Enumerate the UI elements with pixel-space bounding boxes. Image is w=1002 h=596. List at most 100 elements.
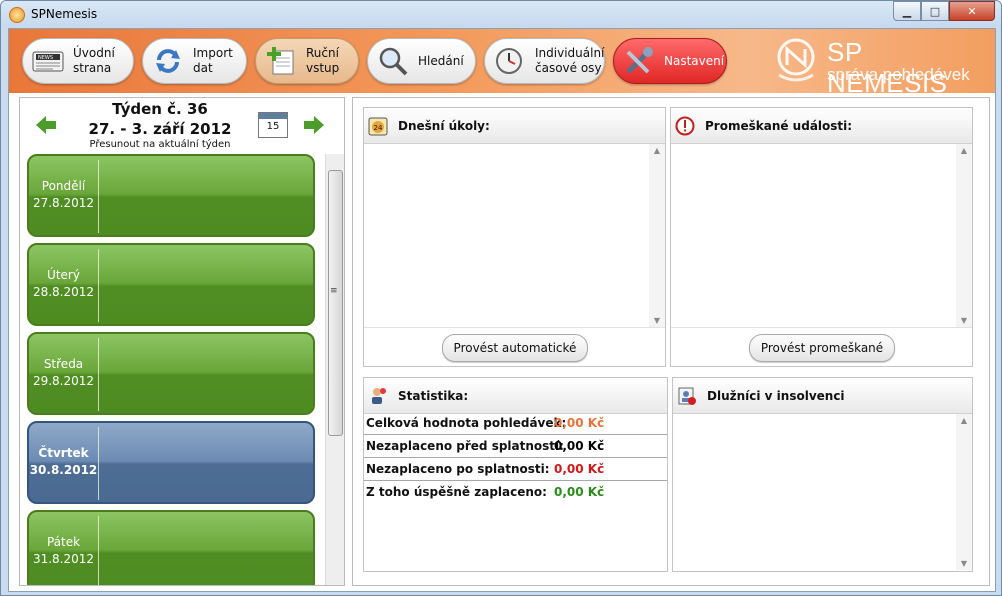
insolvency-list[interactable]: ▲ ▼ <box>673 414 972 570</box>
today-tasks-title: Dnešní úkoly: <box>398 119 490 133</box>
insolvency-scrollbar[interactable]: ▲ ▼ <box>956 414 972 570</box>
warning-icon <box>675 116 695 136</box>
maximize-button[interactable]: □ <box>921 1 949 21</box>
prev-week-arrow-icon[interactable] <box>36 116 56 134</box>
today-tasks-header: 24 Dnešní úkoly: <box>364 108 665 144</box>
minimize-button[interactable]: ▁ <box>893 1 921 21</box>
newspaper-icon: NEWS <box>32 51 64 72</box>
day-wednesday[interactable]: Středa 29.8.2012 <box>27 332 315 415</box>
today-tasks-list[interactable]: ▲ ▼ <box>364 144 665 328</box>
calendar-24-icon: 24 <box>368 117 388 136</box>
statistics-panel: Statistika: Celková hodnota pohledávek: … <box>363 377 668 572</box>
scrollbar-thumb[interactable] <box>328 170 343 436</box>
day-date: 27.8.2012 <box>32 196 95 210</box>
day-date: 29.8.2012 <box>32 374 95 388</box>
svg-text:24: 24 <box>374 124 383 132</box>
insolvency-header: Dlužníci v insolvenci <box>673 378 972 414</box>
title-bar: SPNemesis ▁ □ ✕ <box>1 1 1001 27</box>
day-monday[interactable]: Pondělí 27.8.2012 <box>27 154 315 237</box>
client-area: NEWS Úvodní strana Import dat Ruční vstu… <box>8 28 996 592</box>
day-date: 31.8.2012 <box>32 552 95 566</box>
day-separator <box>98 160 99 233</box>
stat-value: 0,00 Kč <box>554 416 605 430</box>
week-calendar: Týden č. 36 27. - 3. září 2012 Přesunout… <box>19 97 345 586</box>
day-tuesday[interactable]: Úterý 28.8.2012 <box>27 243 315 326</box>
scroll-down-icon[interactable]: ▼ <box>649 316 665 325</box>
stat-value: 0,00 Kč <box>554 485 605 499</box>
scroll-up-icon[interactable]: ▲ <box>956 416 972 425</box>
minimize-icon: ▁ <box>902 4 912 18</box>
week-header: Týden č. 36 27. - 3. září 2012 Přesunout… <box>20 98 344 154</box>
grip-icon: ≡ <box>330 286 338 296</box>
settings-button-label: Nastavení <box>664 53 725 68</box>
manual-entry-button[interactable]: Ruční vstup <box>255 38 359 84</box>
settings-button[interactable]: Nastavení <box>613 38 727 84</box>
statistics-title: Statistika: <box>398 389 469 403</box>
brand-tagline: správa pohledávek <box>827 65 970 84</box>
run-automatic-button[interactable]: Provést automatické <box>442 334 588 362</box>
add-document-icon <box>267 47 294 75</box>
day-date: 30.8.2012 <box>29 463 98 477</box>
magnifier-icon <box>379 47 408 76</box>
missed-events-title: Promeškané události: <box>705 119 853 133</box>
close-button[interactable]: ✕ <box>949 1 995 21</box>
calendar-button[interactable]: 15 <box>258 112 288 138</box>
scroll-up-icon[interactable]: ▲ <box>649 146 665 155</box>
timelines-button-label: Individuální časové osy <box>535 46 605 75</box>
day-separator <box>98 427 99 500</box>
stat-row-paid: Z toho úspěšně zaplaceno: 0,00 Kč <box>364 481 667 503</box>
svg-text:NEWS: NEWS <box>38 55 53 61</box>
day-friday[interactable]: Pátek 31.8.2012 <box>27 510 315 585</box>
stat-row-total: Celková hodnota pohledávek: 0,00 Kč <box>364 412 667 435</box>
maximize-icon: □ <box>929 4 941 18</box>
day-name: Středa <box>43 357 84 371</box>
day-separator <box>98 338 99 411</box>
day-list-scrollbar[interactable]: ≡ <box>325 154 344 585</box>
import-button[interactable]: Import dat <box>142 38 247 84</box>
insolvency-title: Dlužníci v insolvenci <box>707 389 845 403</box>
dashboard-area: 24 Dnešní úkoly: ▲ ▼ Provést automatické <box>352 97 990 586</box>
main-toolbar: NEWS Úvodní strana Import dat Ruční vstu… <box>9 29 995 98</box>
today-tasks-scrollbar[interactable]: ▲ ▼ <box>649 144 665 327</box>
scroll-up-icon[interactable]: ▲ <box>956 146 972 155</box>
window-controls: ▁ □ ✕ <box>893 1 995 21</box>
day-thursday[interactable]: Čtvrtek 30.8.2012 <box>27 421 315 504</box>
stat-label: Celková hodnota pohledávek: <box>366 416 567 430</box>
stat-label: Nezaplaceno před splatností: <box>366 439 564 453</box>
statistics-person-icon <box>372 388 386 404</box>
stat-label: Nezaplaceno po splatnosti: <box>366 462 550 476</box>
timelines-button[interactable]: Individuální časové osy <box>484 38 605 84</box>
brand-logo: SP NEMESIS správa pohledávek <box>767 35 987 98</box>
calendar-day: 15 <box>266 121 280 132</box>
day-date: 28.8.2012 <box>32 285 95 299</box>
search-button[interactable]: Hledání <box>367 38 476 84</box>
today-tasks-panel: 24 Dnešní úkoly: ▲ ▼ Provést automatické <box>363 107 666 367</box>
debtor-card-icon <box>678 387 696 405</box>
stat-value: 0,00 Kč <box>554 439 605 453</box>
missed-events-panel: Promeškané události: ▲ ▼ Provést promešk… <box>670 107 973 367</box>
window-title: SPNemesis <box>31 7 98 21</box>
missed-events-list[interactable]: ▲ ▼ <box>671 144 972 328</box>
day-separator <box>98 249 99 322</box>
stat-row-before-due: Nezaplaceno před splatností: 0,00 Kč <box>364 435 667 458</box>
missed-events-scrollbar[interactable]: ▲ ▼ <box>956 144 972 327</box>
run-missed-button[interactable]: Provést promeškané <box>749 334 895 362</box>
home-button[interactable]: NEWS Úvodní strana <box>22 38 134 84</box>
day-name: Úterý <box>47 268 80 282</box>
search-button-label: Hledání <box>418 53 464 68</box>
missed-events-header: Promeškané události: <box>671 108 972 144</box>
day-name: Čtvrtek <box>38 446 89 460</box>
current-week-link[interactable]: Přesunout na aktuální týden <box>20 139 300 150</box>
stat-row-after-due: Nezaplaceno po splatnosti: 0,00 Kč <box>364 458 667 481</box>
day-list: Pondělí 27.8.2012 Úterý 28.8.2012 Středa… <box>20 154 322 585</box>
app-icon <box>9 7 25 23</box>
tools-icon <box>626 47 653 74</box>
day-name: Pondělí <box>41 179 86 193</box>
close-icon: ✕ <box>967 4 977 18</box>
next-week-arrow-icon[interactable] <box>304 116 324 134</box>
clock-icon <box>496 48 522 74</box>
nemesis-emblem-icon <box>777 38 815 82</box>
scroll-down-icon[interactable]: ▼ <box>956 316 972 325</box>
import-button-label: Import dat <box>193 46 233 75</box>
scroll-down-icon[interactable]: ▼ <box>956 559 972 568</box>
